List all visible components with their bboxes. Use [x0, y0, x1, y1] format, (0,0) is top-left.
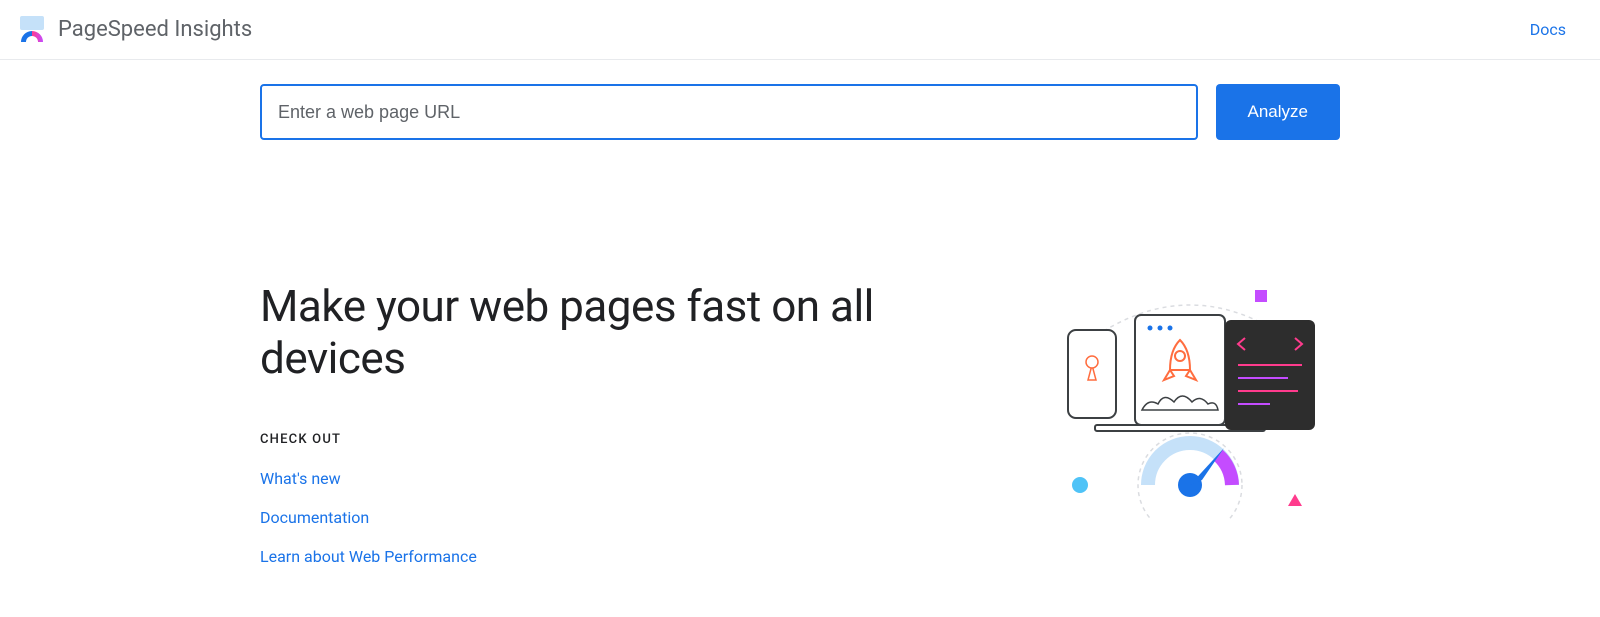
analyze-button[interactable]: Analyze	[1216, 84, 1340, 140]
main-content: Analyze Make your web pages fast on all …	[240, 60, 1360, 566]
hero-illustration	[1040, 280, 1340, 520]
header-left: PageSpeed Insights	[18, 16, 252, 44]
devices-illustration-icon	[1040, 280, 1340, 520]
app-header: PageSpeed Insights Docs	[0, 0, 1600, 60]
hero-section: Make your web pages fast on all devices …	[260, 280, 1340, 566]
checkout-label: CHECK OUT	[260, 432, 1020, 447]
pagespeed-logo-icon	[18, 16, 46, 44]
checkout-links: What's new Documentation Learn about Web…	[260, 469, 1020, 566]
url-input[interactable]	[260, 84, 1198, 140]
link-whats-new[interactable]: What's new	[260, 469, 1020, 488]
link-documentation[interactable]: Documentation	[260, 508, 1020, 527]
app-title: PageSpeed Insights	[58, 17, 252, 42]
docs-link[interactable]: Docs	[1530, 20, 1582, 39]
hero-heading: Make your web pages fast on all devices	[260, 280, 1020, 384]
hero-left: Make your web pages fast on all devices …	[260, 280, 1020, 566]
search-row: Analyze	[260, 84, 1340, 140]
link-web-performance[interactable]: Learn about Web Performance	[260, 547, 1020, 566]
